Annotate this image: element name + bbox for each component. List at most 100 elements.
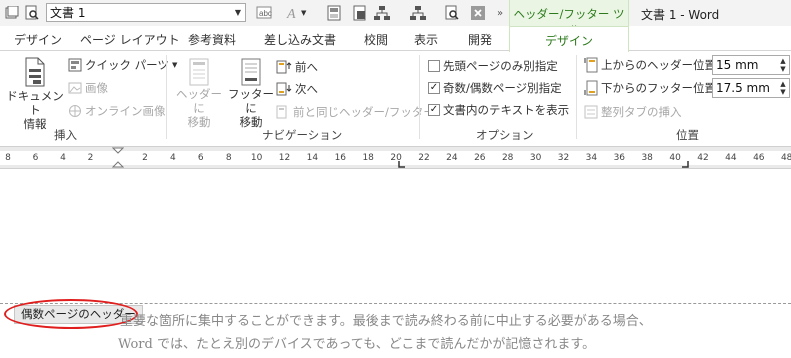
footer-from-bottom-value: 17.5 mm bbox=[716, 81, 770, 95]
tab-design-left[interactable]: デザイン bbox=[14, 31, 62, 48]
ruler-label: 42 bbox=[697, 153, 709, 163]
horizontal-ruler[interactable]: 8 6 4 2 2 4 6 8 10 12 14 16 18 20 22 24 26 28 30 32 34 36 38 40… bbox=[0, 147, 791, 169]
print-preview-icon[interactable] bbox=[22, 3, 42, 23]
tab-references[interactable]: 参考資料 bbox=[188, 31, 236, 48]
next-label: 次へ bbox=[295, 82, 318, 96]
chevron-down-icon[interactable]: ▼ bbox=[231, 4, 245, 21]
goto-footer-button[interactable]: フッターに 移動 bbox=[224, 57, 278, 129]
footer-from-bottom-label: 下からのフッター位置: bbox=[601, 81, 720, 95]
svg-text:A: A bbox=[286, 7, 296, 20]
different-first-page-option[interactable]: 先頭ページのみ別指定 bbox=[428, 57, 558, 75]
ruler-label: 26 bbox=[474, 153, 486, 163]
footer-from-bottom-row: 下からのフッター位置: bbox=[584, 79, 720, 97]
page-layout-icon[interactable] bbox=[324, 3, 344, 23]
zoom-document-icon[interactable] bbox=[442, 3, 462, 23]
insert-group-label: 挿入 bbox=[54, 128, 77, 142]
quick-parts-icon bbox=[68, 58, 82, 72]
spinner-arrows-icon[interactable]: ▲ ▼ bbox=[777, 79, 789, 97]
quick-parts-label: クイック パーツ bbox=[85, 58, 169, 72]
tab-view[interactable]: 表示 bbox=[414, 31, 438, 48]
quick-parts-button[interactable]: クイック パーツ ▼ bbox=[68, 56, 177, 74]
link-to-previous-icon bbox=[276, 105, 287, 119]
ruler-label: 4 bbox=[60, 153, 66, 163]
svg-text:▼: ▼ bbox=[301, 9, 307, 17]
ruler-label: 22 bbox=[418, 153, 430, 163]
position-group-label: 位置 bbox=[676, 128, 699, 142]
options-group-label: オプション bbox=[476, 128, 534, 142]
ruler-label: 2 bbox=[87, 153, 94, 163]
footer-from-bottom-spinner[interactable]: 17.5 mm ▲ ▼ bbox=[712, 78, 790, 98]
ruler-label: 30 bbox=[529, 153, 542, 163]
show-document-text-option[interactable]: ✓ 文書内のテキストを表示 bbox=[428, 101, 569, 119]
document-text-line-2[interactable]: Word では、たとえ別のデバイスであっても、どこまで読んだかが記憶されます。 bbox=[118, 333, 595, 352]
ruler-label: 6 bbox=[32, 153, 39, 163]
online-picture-icon bbox=[69, 105, 81, 117]
header-from-top-spinner[interactable]: 15 mm ▲ ▼ bbox=[712, 55, 790, 75]
goto-header-button[interactable]: ヘッダーに 移動 bbox=[172, 57, 226, 129]
tab-developer[interactable]: 開発 bbox=[468, 31, 492, 48]
tab-stop-left-icon[interactable] bbox=[397, 161, 407, 169]
ruler-label: 8 bbox=[5, 153, 11, 163]
picture-button[interactable]: 画像 bbox=[68, 79, 108, 97]
ruler-label: 6 bbox=[197, 153, 204, 163]
document-text-line-1[interactable]: 重要な箇所に集中することができます。最後まで読み終わる前に中止する必要がある場合… bbox=[120, 310, 652, 329]
ruler-label: 8 bbox=[225, 153, 232, 163]
different-first-page-checkbox[interactable] bbox=[428, 60, 440, 72]
ruler-label: 18 bbox=[362, 153, 374, 163]
text-box-icon[interactable]: abc bbox=[254, 3, 274, 23]
more-commands-icon[interactable]: » bbox=[490, 3, 510, 23]
picture-label: 画像 bbox=[85, 81, 108, 95]
goto-footer-icon bbox=[241, 58, 261, 86]
goto-header-icon bbox=[189, 58, 209, 86]
tab-review[interactable]: 校閲 bbox=[364, 31, 388, 48]
tab-header-footer-design[interactable]: デザイン bbox=[509, 26, 629, 52]
insert-alignment-tab-label: 整列タブの挿入 bbox=[601, 105, 682, 119]
close-header-icon[interactable] bbox=[468, 3, 488, 23]
ruler-label: 16 bbox=[334, 153, 347, 163]
show-document-text-checkbox[interactable]: ✓ bbox=[428, 104, 440, 116]
indent-marker-icon[interactable] bbox=[112, 147, 124, 169]
ruler-label: 46 bbox=[753, 153, 765, 163]
next-section-button[interactable]: 次へ bbox=[276, 80, 318, 98]
show-document-text-label: 文書内のテキストを表示 bbox=[443, 103, 570, 117]
org-chart-alt-icon[interactable] bbox=[408, 3, 428, 23]
highlight-ellipse bbox=[4, 299, 138, 329]
online-picture-button[interactable]: オンライン画像 bbox=[68, 102, 166, 120]
tab-page-layout[interactable]: ページ レイアウト bbox=[80, 31, 180, 48]
ruler-label: 36 bbox=[613, 153, 626, 163]
next-icon bbox=[276, 82, 292, 96]
document-area[interactable]: 偶数ページのヘッダー 重要な箇所に集中することができます。最後まで読み終わる前に… bbox=[0, 169, 791, 358]
open-icon[interactable] bbox=[2, 3, 22, 23]
document-check-icon[interactable] bbox=[350, 3, 370, 23]
tab-mailings[interactable]: 差し込み文書 bbox=[264, 31, 336, 48]
group-separator bbox=[419, 55, 420, 139]
goto-footer-label: フッターに 移動 bbox=[228, 87, 274, 129]
ruler-label: 4 bbox=[170, 153, 176, 163]
different-odd-even-option[interactable]: ✓ 奇数/偶数ページ別指定 bbox=[428, 79, 562, 97]
document-name-combo[interactable]: 文書 1 ▼ bbox=[46, 3, 246, 22]
header-from-top-row: 上からのヘッダー位置: bbox=[584, 56, 720, 74]
different-odd-even-checkbox[interactable]: ✓ bbox=[428, 82, 440, 94]
svg-text:abc: abc bbox=[259, 9, 272, 18]
spinner-arrows-icon[interactable]: ▲ ▼ bbox=[777, 56, 789, 74]
ribbon-panel: ドキュメント 情報 クイック パーツ ▼ 画像 オンライン画像 挿入 ヘッダーに… bbox=[0, 51, 791, 147]
document-info-button[interactable]: ドキュメント 情報 bbox=[6, 57, 64, 131]
ruler-label: 14 bbox=[306, 153, 319, 163]
group-separator bbox=[576, 55, 577, 139]
tab-stop-right-icon[interactable] bbox=[680, 161, 690, 169]
link-to-previous-button[interactable]: 前と同じヘッダー/フッター bbox=[276, 103, 435, 121]
previous-icon bbox=[276, 60, 292, 74]
goto-header-label: ヘッダーに 移動 bbox=[176, 87, 222, 129]
previous-section-button[interactable]: 前へ bbox=[276, 58, 318, 76]
ruler-label: 44 bbox=[725, 153, 737, 163]
ruler-label: 38 bbox=[641, 153, 653, 163]
tab-header-footer-design-label: デザイン bbox=[544, 34, 593, 48]
navigation-group-label: ナビゲーション bbox=[262, 128, 343, 142]
text-effects-icon[interactable]: A ▼ bbox=[284, 3, 310, 23]
group-separator bbox=[166, 55, 167, 139]
ruler-label: 34 bbox=[585, 153, 598, 163]
picture-icon bbox=[68, 82, 82, 94]
org-chart-icon[interactable] bbox=[372, 3, 392, 23]
insert-alignment-tab-button[interactable]: 整列タブの挿入 bbox=[584, 103, 682, 121]
document-name-value: 文書 1 bbox=[50, 6, 86, 20]
